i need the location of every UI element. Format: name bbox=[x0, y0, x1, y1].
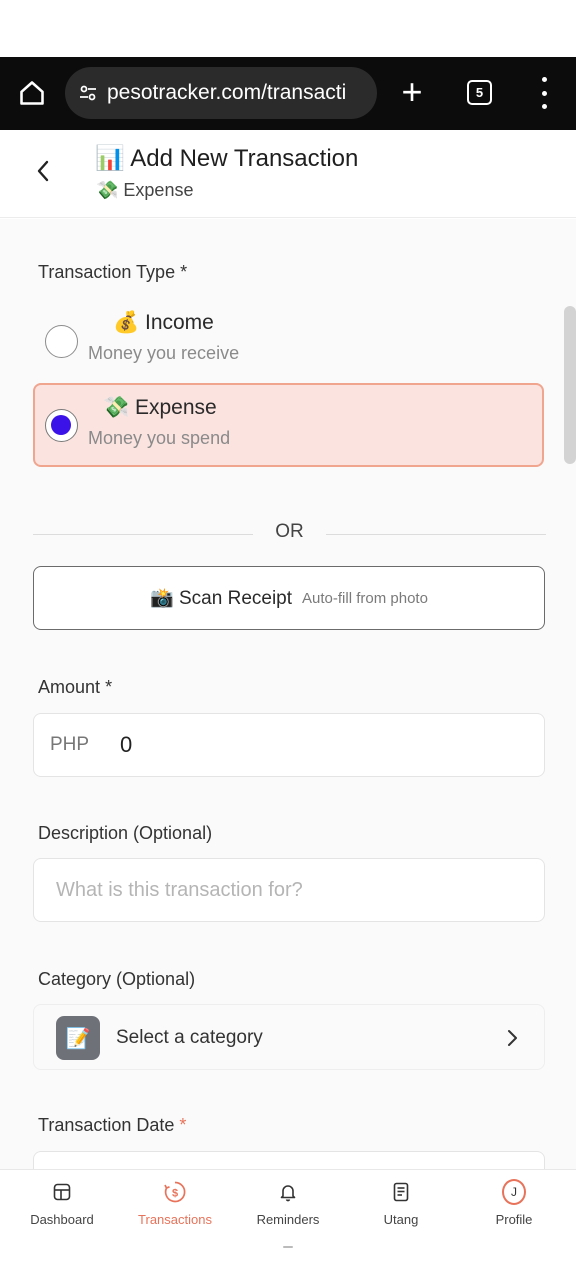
receipt-icon bbox=[389, 1180, 413, 1204]
scan-receipt-button[interactable]: 📸 Scan Receipt Auto-fill from photo bbox=[33, 566, 545, 630]
nav-label-profile: Profile bbox=[495, 1212, 533, 1227]
amount-field[interactable]: PHP 0 bbox=[33, 713, 545, 777]
income-radio[interactable] bbox=[45, 325, 78, 358]
transaction-date-field[interactable] bbox=[33, 1151, 545, 1169]
nav-item-transactions[interactable]: $ Transactions bbox=[120, 1180, 230, 1240]
svg-text:$: $ bbox=[172, 1188, 178, 1200]
income-option-description: Money you receive bbox=[88, 343, 240, 363]
category-value: Select a category bbox=[116, 1027, 263, 1048]
nav-label-utang: Utang bbox=[383, 1212, 419, 1227]
nav-label-reminders: Reminders bbox=[256, 1212, 320, 1227]
status-bar-area bbox=[0, 0, 576, 57]
or-text: OR bbox=[275, 521, 304, 542]
divider-line-right bbox=[326, 534, 546, 535]
dashboard-icon bbox=[50, 1180, 74, 1204]
expense-option-description: Money you spend bbox=[88, 428, 231, 448]
description-placeholder: What is this transaction for? bbox=[56, 879, 303, 901]
app-header: 📊 Add New Transaction 💸 Expense bbox=[0, 130, 576, 218]
transactions-icon: $ bbox=[163, 1180, 187, 1204]
gesture-indicator bbox=[283, 1246, 293, 1248]
page-title: 📊 Add New Transaction bbox=[95, 145, 359, 172]
scrollbar[interactable] bbox=[564, 306, 576, 464]
scan-receipt-hint: Auto-fill from photo bbox=[302, 589, 428, 607]
radio-selected-dot bbox=[51, 415, 71, 435]
expense-option[interactable]: 💸 Expense Money you spend bbox=[33, 383, 544, 467]
description-label: Description (Optional) bbox=[38, 823, 213, 843]
memo-icon: 📝 bbox=[56, 1016, 100, 1060]
new-tab-icon[interactable]: + bbox=[396, 74, 428, 111]
or-divider: OR bbox=[33, 519, 546, 549]
transaction-type-label: Transaction Type * bbox=[38, 262, 188, 282]
bell-icon bbox=[276, 1180, 300, 1204]
browser-toolbar: pesotracker.com/transacti + 5 bbox=[0, 57, 576, 130]
nav-item-utang[interactable]: Utang bbox=[346, 1180, 456, 1240]
nav-item-reminders[interactable]: Reminders bbox=[233, 1180, 343, 1240]
expense-radio[interactable] bbox=[45, 409, 78, 442]
home-icon[interactable] bbox=[14, 75, 50, 111]
currency-prefix: PHP bbox=[50, 734, 90, 755]
nav-item-profile[interactable]: J Profile bbox=[459, 1179, 569, 1240]
nav-label-transactions: Transactions bbox=[138, 1212, 212, 1227]
nav-label-dashboard: Dashboard bbox=[30, 1212, 94, 1227]
page-subtitle: 💸 Expense bbox=[96, 180, 194, 200]
url-text: pesotracker.com/transacti bbox=[107, 81, 347, 104]
avatar-icon: J bbox=[502, 1179, 526, 1205]
tab-switcher-button[interactable]: 5 bbox=[467, 80, 492, 105]
chevron-right-icon bbox=[508, 1030, 517, 1046]
description-field[interactable]: What is this transaction for? bbox=[33, 858, 545, 922]
category-label: Category (Optional) bbox=[38, 969, 196, 989]
amount-label: Amount * bbox=[38, 677, 113, 697]
nav-item-dashboard[interactable]: Dashboard bbox=[7, 1180, 117, 1240]
income-option[interactable]: 💰 Income Money you receive bbox=[33, 299, 544, 383]
site-settings-icon[interactable] bbox=[77, 82, 99, 104]
back-button[interactable] bbox=[28, 156, 58, 186]
scan-receipt-label: 📸 Scan Receipt bbox=[150, 588, 293, 609]
expense-option-title: 💸 Expense bbox=[103, 396, 217, 419]
address-bar[interactable]: pesotracker.com/transacti bbox=[65, 67, 377, 119]
category-selector[interactable]: 📝 Select a category bbox=[33, 1004, 545, 1070]
amount-value: 0 bbox=[120, 732, 133, 757]
chevron-left-icon bbox=[37, 160, 49, 182]
bottom-navigation: Dashboard $ Transactions Reminders Utang… bbox=[0, 1169, 576, 1286]
more-menu-icon[interactable] bbox=[536, 77, 552, 109]
avatar: J bbox=[502, 1179, 526, 1205]
income-option-title: 💰 Income bbox=[113, 311, 214, 334]
form-content: Transaction Type * 💰 Income Money you re… bbox=[0, 219, 576, 1169]
transaction-date-label: Transaction Date * bbox=[38, 1115, 187, 1135]
